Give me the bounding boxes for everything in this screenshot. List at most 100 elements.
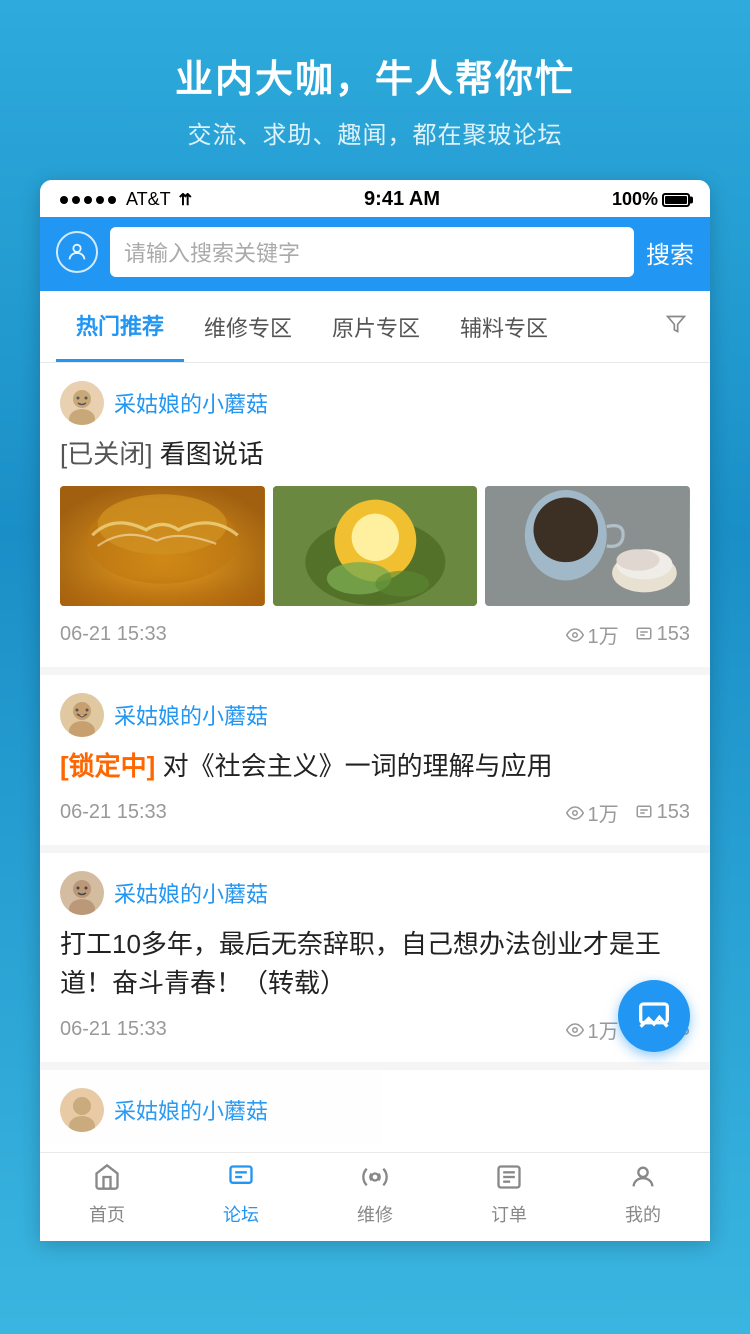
post-title-main-1: 看图说话	[160, 439, 264, 469]
forum-icon	[227, 1163, 255, 1197]
nav-label-profile: 我的	[625, 1201, 661, 1227]
battery-icon	[662, 193, 690, 207]
post-stats-1: 1万 153	[566, 620, 691, 649]
nav-item-repair[interactable]: 维修	[335, 1163, 415, 1227]
partial-avatar	[60, 1088, 104, 1132]
post-comments-1: 153	[635, 623, 690, 646]
fab-icon	[638, 1000, 670, 1032]
egg-svg	[273, 486, 478, 606]
post-tag-closed-1: [已关闭]	[60, 439, 152, 469]
hero-title: 业内大咖，牛人帮你忙	[20, 48, 730, 103]
comments-count-1: 153	[657, 623, 690, 646]
post-date-1: 06-21 15:33	[60, 623, 167, 646]
repair-icon	[361, 1163, 389, 1197]
filter-icon[interactable]	[658, 298, 694, 356]
cup-svg	[485, 486, 690, 606]
post-tag-locked-2: [锁定中]	[60, 751, 155, 781]
signal-dot-2	[72, 196, 80, 204]
post-title-1: [已关闭] 看图说话	[60, 435, 690, 474]
post-title-2: [锁定中] 对《社会主义》一词的理解与应用	[60, 747, 690, 786]
post-author-2: 采姑娘的小蘑菇	[60, 693, 690, 737]
post-views-3: 1万	[566, 1015, 619, 1044]
nav-label-repair: 维修	[357, 1201, 393, 1227]
author-name-1: 采姑娘的小蘑菇	[114, 387, 268, 419]
status-bar: AT&T ⇈ 9:41 AM 100%	[40, 180, 710, 217]
nav-item-forum[interactable]: 论坛	[201, 1163, 281, 1227]
tab-material[interactable]: 辅料专区	[440, 293, 568, 361]
search-input-wrapper[interactable]: 请输入搜索关键字	[110, 227, 634, 277]
post-author-1: 采姑娘的小蘑菇	[60, 381, 690, 425]
fab-button[interactable]	[618, 980, 690, 1052]
status-right: 100%	[612, 189, 690, 210]
post-date-3: 06-21 15:33	[60, 1018, 167, 1041]
post-views-1: 1万	[566, 620, 619, 649]
views-icon-2	[566, 804, 584, 822]
partial-post-author: 采姑娘的小蘑菇	[60, 1088, 690, 1132]
partial-author-name: 采姑娘的小蘑菇	[114, 1094, 268, 1126]
nav-item-profile[interactable]: 我的	[603, 1163, 683, 1227]
signal-dot-1	[60, 196, 68, 204]
comments-count-2: 153	[657, 801, 690, 824]
views-count-1: 1万	[588, 620, 619, 649]
profile-icon	[629, 1163, 657, 1197]
post-card-1[interactable]: 采姑娘的小蘑菇 [已关闭] 看图说话	[40, 363, 710, 667]
avatar-svg-2	[60, 693, 104, 737]
status-time: 9:41 AM	[364, 188, 440, 211]
bread-svg	[60, 486, 265, 606]
post-meta-1: 06-21 15:33 1万	[60, 620, 690, 649]
author-name-3: 采姑娘的小蘑菇	[114, 877, 268, 909]
hero-subtitle: 交流、求助、趣闻，都在聚玻论坛	[20, 115, 730, 150]
post-list: 采姑娘的小蘑菇 [已关闭] 看图说话	[40, 363, 710, 1152]
carrier-label: AT&T	[126, 189, 171, 210]
post-stats-2: 1万 153	[566, 798, 691, 827]
post-title-main-3: 打工10多年，最后无奈辞职，自己想办法创业才是王道！奋斗青春！（转载）	[60, 929, 661, 998]
search-button[interactable]: 搜索	[646, 235, 694, 270]
post-views-2: 1万	[566, 798, 619, 827]
post-meta-3: 06-21 15:33 1万	[60, 1015, 690, 1044]
bottom-nav: 首页 论坛	[40, 1152, 710, 1241]
user-avatar-button[interactable]	[56, 231, 98, 273]
comments-icon-1	[635, 626, 653, 644]
tab-original[interactable]: 原片专区	[312, 293, 440, 361]
status-left: AT&T ⇈	[60, 189, 192, 210]
tab-hot[interactable]: 热门推荐	[56, 291, 184, 362]
views-icon-3	[566, 1021, 584, 1039]
avatar-2	[60, 693, 104, 737]
signal-dot-4	[96, 196, 104, 204]
hero-section: 业内大咖，牛人帮你忙 交流、求助、趣闻，都在聚玻论坛	[0, 0, 750, 180]
nav-item-home[interactable]: 首页	[67, 1163, 147, 1227]
category-tabs: 热门推荐 维修专区 原片专区 辅料专区	[40, 291, 710, 363]
post-card-2[interactable]: 采姑娘的小蘑菇 [锁定中] 对《社会主义》一词的理解与应用 06-21 15:3…	[40, 675, 710, 845]
nav-label-forum: 论坛	[223, 1201, 259, 1227]
signal-dot-5	[108, 196, 116, 204]
post-comments-2: 153	[635, 801, 690, 824]
battery-fill	[665, 196, 687, 204]
views-count-3: 1万	[588, 1015, 619, 1044]
post-card-3[interactable]: 采姑娘的小蘑菇 打工10多年，最后无奈辞职，自己想办法创业才是王道！奋斗青春！（…	[40, 853, 710, 1062]
search-bar: 请输入搜索关键字 搜索	[40, 217, 710, 291]
post-date-2: 06-21 15:33	[60, 801, 167, 824]
post-images-1	[60, 486, 690, 606]
phone-frame: AT&T ⇈ 9:41 AM 100% 请输入搜索关键字 搜	[40, 180, 710, 1241]
post-title-3: 打工10多年，最后无奈辞职，自己想办法创业才是王道！奋斗青春！（转载）	[60, 925, 690, 1003]
avatar-3	[60, 871, 104, 915]
author-name-2: 采姑娘的小蘑菇	[114, 699, 268, 731]
post-author-3: 采姑娘的小蘑菇	[60, 871, 690, 915]
avatar-svg-3	[60, 871, 104, 915]
post-meta-2: 06-21 15:33 1万	[60, 798, 690, 827]
nav-item-order[interactable]: 订单	[469, 1163, 549, 1227]
user-icon	[66, 241, 88, 263]
tab-repair[interactable]: 维修专区	[184, 293, 312, 361]
post-image-1c	[485, 486, 690, 606]
partial-avatar-svg	[60, 1088, 104, 1132]
post-image-1b	[273, 486, 478, 606]
signal-dot-3	[84, 196, 92, 204]
comments-icon-2	[635, 804, 653, 822]
avatar-svg-1	[60, 381, 104, 425]
home-icon	[93, 1163, 121, 1197]
nav-label-home: 首页	[89, 1201, 125, 1227]
views-count-2: 1万	[588, 798, 619, 827]
avatar-1	[60, 381, 104, 425]
wifi-icon: ⇈	[179, 190, 192, 210]
search-input[interactable]: 请输入搜索关键字	[124, 236, 300, 268]
